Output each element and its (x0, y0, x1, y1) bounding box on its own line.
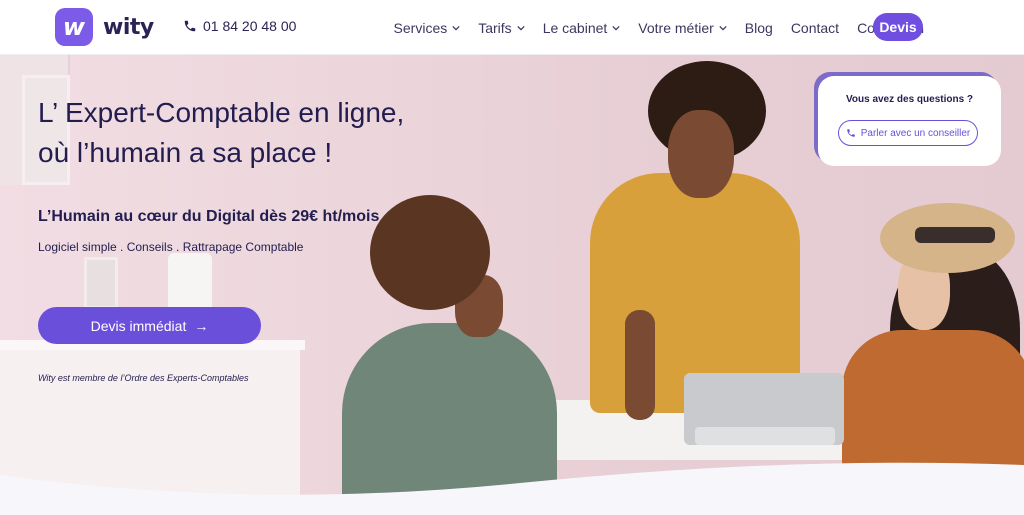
person-standing-face (668, 110, 734, 198)
nav-services-label: Services (393, 19, 448, 36)
question-card: Vous avez des questions ? Parler avec un… (814, 72, 1001, 166)
nav-blog[interactable]: Blog (745, 20, 773, 36)
nav-tarifs[interactable]: Tarifs (478, 19, 525, 36)
devis-immediat-label: Devis immédiat (90, 317, 187, 334)
question-card-title: Vous avez des questions ? (845, 94, 974, 105)
talk-advisor-label: Parler avec un conseiller (860, 127, 971, 139)
hero-tags: Logiciel simple . Conseils . Rattrapage … (38, 240, 304, 254)
person-standing-arm (625, 310, 655, 420)
nav-services[interactable]: Services (394, 20, 461, 36)
person-right-hatband (915, 227, 995, 243)
chevron-down-icon (612, 25, 620, 30)
logo-mark: w (55, 8, 93, 46)
nav-contact[interactable]: Contact (791, 20, 839, 36)
hero-title: L’ Expert-Comptable en ligne, où l’humai… (38, 93, 468, 173)
hero-subtitle: L’Humain au cœur du Digital dès 29€ ht/m… (38, 208, 380, 225)
chevron-down-icon (517, 25, 525, 30)
background-picture (84, 257, 118, 309)
bottom-wave (0, 462, 1024, 515)
phone-link[interactable]: 01 84 20 48 00 (183, 18, 296, 34)
phone-icon (847, 129, 855, 137)
phone-icon (184, 20, 196, 32)
chevron-down-icon (452, 25, 460, 30)
logo-text: wity (103, 14, 154, 40)
chevron-down-icon (719, 25, 727, 30)
arrow-right-icon: → (194, 317, 209, 334)
nav-votre-metier[interactable]: Votre métier (638, 19, 727, 36)
main-nav: Services Tarifs Le cabinet Votre métier … (394, 0, 924, 55)
person-left-hair (370, 195, 490, 310)
hero-title-line1: L’ Expert-Comptable en ligne, (38, 97, 405, 128)
nav-tarifs-label: Tarifs (478, 19, 512, 36)
devis-button[interactable]: Devis (873, 13, 923, 41)
nav-le-cabinet-label: Le cabinet (542, 19, 608, 36)
ordre-footnote: Wity est membre de l’Ordre des Experts-C… (38, 373, 249, 383)
site-header: w wity 01 84 20 48 00 Services Tarifs Le… (0, 0, 1024, 55)
hero-title-line2: où l’humain a sa place ! (38, 137, 333, 168)
nav-le-cabinet[interactable]: Le cabinet (543, 20, 621, 36)
phone-number: 01 84 20 48 00 (203, 18, 297, 34)
talk-advisor-button[interactable]: Parler avec un conseiller (838, 120, 978, 146)
logo[interactable]: w wity (55, 8, 154, 46)
devis-immediat-button[interactable]: Devis immédiat → (38, 307, 261, 344)
nav-votre-metier-label: Votre métier (638, 19, 714, 36)
question-card-body: Vous avez des questions ? Parler avec un… (818, 76, 1001, 166)
